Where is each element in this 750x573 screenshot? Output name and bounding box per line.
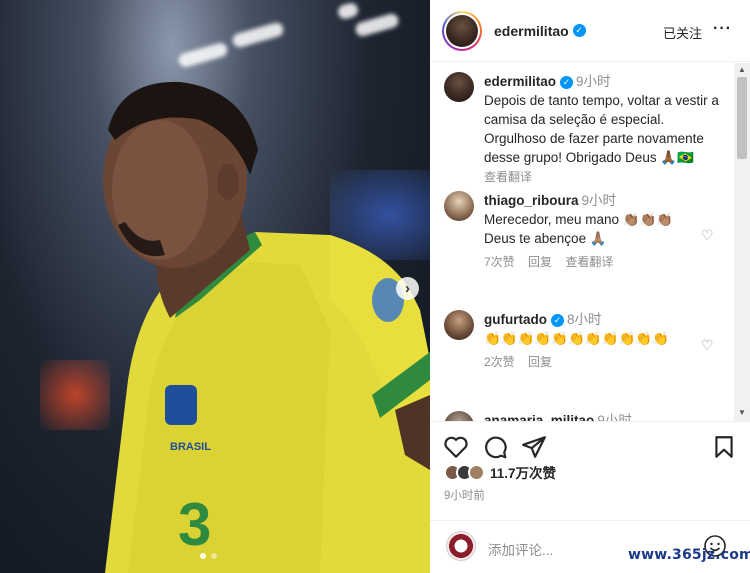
- follow-status-button[interactable]: 已关注: [663, 23, 702, 42]
- verified-badge-icon: ✓: [572, 24, 586, 37]
- comment-input[interactable]: 添加评论...: [488, 539, 553, 559]
- comment-icon[interactable]: [482, 434, 508, 460]
- comment-like-heart-icon[interactable]: ♡: [701, 337, 714, 354]
- commenter-avatar[interactable]: [444, 411, 474, 421]
- likes-count[interactable]: 11.7万次赞: [490, 462, 556, 482]
- more-options-icon[interactable]: ···: [713, 20, 732, 38]
- post-panel: edermilitao ✓ 已关注 ··· edermilitao ✓ 9小时 De…: [430, 0, 750, 573]
- comment-meta: 7次赞 回复 查看翻译: [484, 253, 729, 272]
- author-avatar[interactable]: [442, 10, 482, 51]
- watermark: www.365jz.com: [628, 547, 750, 563]
- comment-time: 8小时: [567, 312, 602, 327]
- svg-text:3: 3: [178, 491, 211, 558]
- scroll-up-arrow-icon[interactable]: ▲: [738, 65, 746, 74]
- post-photo[interactable]: BRASIL 3 ›: [0, 0, 430, 573]
- comments-list: edermilitao ✓ 9小时 Depois de tanto tempo, v…: [430, 63, 750, 421]
- carousel-dot: [211, 553, 217, 559]
- post-time: 9小时前: [444, 490, 485, 502]
- caption-translate-link[interactable]: 查看翻译: [484, 170, 532, 184]
- carousel-dot: [200, 553, 206, 559]
- caption: edermilitao ✓ 9小时 Depois de tanto tempo, v…: [444, 72, 729, 187]
- carousel-indicator: [200, 553, 217, 559]
- caption-avatar[interactable]: [444, 72, 474, 102]
- comment-item: thiago_riboura 9小时 Merecedor, meu mano 👏🏽…: [444, 191, 729, 272]
- svg-text:BRASIL: BRASIL: [170, 441, 211, 453]
- reply-link[interactable]: 回复: [528, 255, 552, 269]
- player-figure: BRASIL 3: [103, 81, 430, 573]
- comment-meta: 2次赞 回复: [484, 353, 729, 372]
- verified-badge-icon: ✓: [560, 75, 574, 89]
- chevron-right-icon: ›: [405, 280, 410, 297]
- comment-time: 9小时: [581, 193, 617, 208]
- scroll-down-arrow-icon[interactable]: ▼: [738, 408, 746, 417]
- verified-badge-icon: ✓: [551, 313, 564, 327]
- caption-time: 9小时: [576, 74, 611, 89]
- comment-item: anamaria_militao 9小时: [444, 411, 729, 421]
- current-user-avatar: [446, 531, 476, 561]
- share-icon[interactable]: [521, 434, 547, 460]
- comment-item: gufurtado ✓ 8小时 👏👏👏👏👏👏👏👏👏👏👏 2次赞 回复 ♡: [444, 310, 729, 372]
- bookmark-icon[interactable]: [711, 434, 737, 460]
- comment-text: Merecedor, meu mano 👏🏽👏🏽👏🏽: [484, 212, 674, 227]
- commenter-avatar[interactable]: [444, 310, 474, 340]
- liker-avatar: [468, 463, 485, 481]
- scrollbar-thumb[interactable]: [737, 77, 747, 159]
- likes-row[interactable]: 11.7万次赞: [444, 462, 556, 482]
- commenter-avatar[interactable]: [444, 191, 474, 221]
- comment-likes[interactable]: 2次赞: [484, 355, 515, 369]
- comments-scrollbar[interactable]: ▲ ▼: [734, 63, 750, 421]
- commenter-username[interactable]: gufurtado: [484, 312, 547, 327]
- caption-text: Depois de tanto tempo, voltar a vestir a…: [484, 93, 719, 165]
- comment-like-heart-icon[interactable]: ♡: [701, 227, 714, 244]
- caption-username[interactable]: edermilitao: [484, 74, 556, 89]
- carousel-next-button[interactable]: ›: [396, 277, 419, 300]
- heart-icon[interactable]: [443, 434, 469, 460]
- comment-text: Deus te abençoe 🙏🏽: [484, 231, 607, 246]
- commenter-username[interactable]: thiago_riboura: [484, 193, 579, 208]
- comment-time: 9小时: [597, 413, 632, 421]
- reply-link[interactable]: 回复: [528, 355, 552, 369]
- commenter-username[interactable]: anamaria_militao: [484, 413, 594, 421]
- author-username[interactable]: edermilitao: [494, 23, 569, 39]
- translate-link[interactable]: 查看翻译: [565, 255, 613, 269]
- comment-text: 👏👏👏👏👏👏👏👏👏👏👏: [484, 331, 669, 346]
- comment-likes[interactable]: 7次赞: [484, 255, 515, 269]
- post-header: edermilitao ✓ 已关注 ···: [430, 0, 750, 62]
